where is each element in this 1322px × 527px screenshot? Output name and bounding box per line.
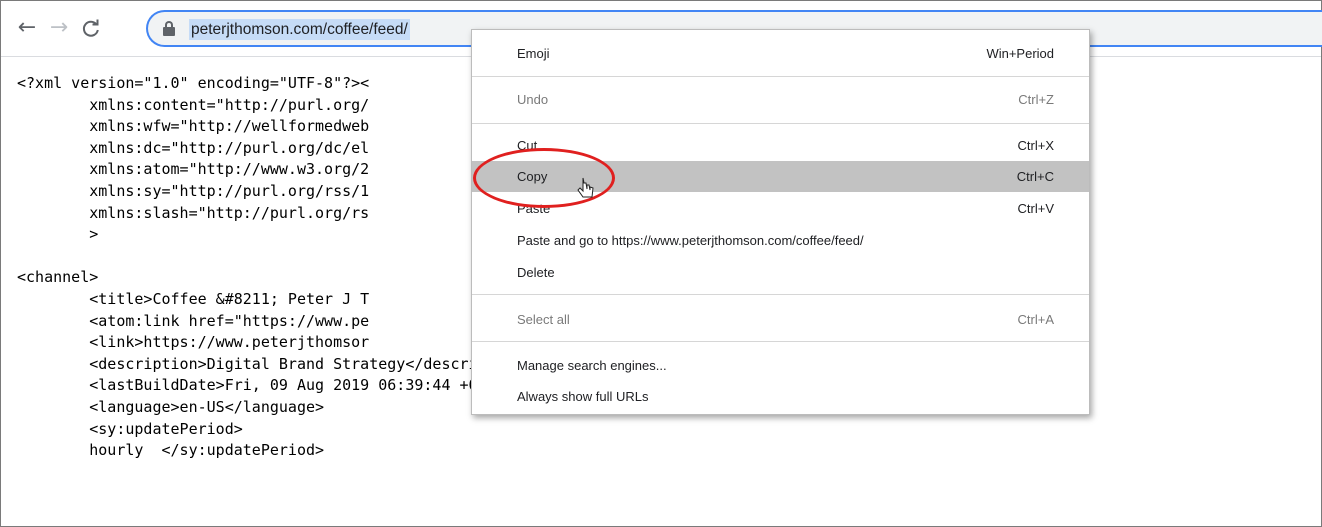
menu-item-label: Select all [517,312,570,327]
menu-item-label: Always show full URLs [517,389,649,404]
xml-source-line: <sy:updatePeriod> [17,419,243,438]
menu-item-manage-search-engines[interactable]: Manage search engines... [472,350,1089,381]
menu-separator [472,123,1089,124]
mouse-pointer-icon [577,177,594,198]
menu-item-label: Copy [517,169,548,184]
menu-item-shortcut: Ctrl+A [1017,312,1054,327]
menu-item-label: Undo [517,92,549,107]
menu-item-shortcut: Win+Period [986,46,1054,61]
menu-item-emoji[interactable]: Emoji Win+Period [472,38,1089,69]
reload-icon-svg [82,19,99,37]
menu-item-undo[interactable]: Undo Ctrl+Z [472,84,1089,115]
menu-item-paste-and-go[interactable]: Paste and go to https://www.peterjthomso… [472,225,1089,256]
menu-item-label: Paste and go to https://www.peterjthomso… [517,233,864,248]
menu-item-label: Delete [517,265,555,280]
menu-item-always-show-full-urls[interactable]: Always show full URLs [472,381,1089,412]
menu-item-paste[interactable]: Paste Ctrl+V [472,193,1089,224]
forward-arrow-icon[interactable]: → [46,15,72,41]
lock-icon[interactable] [163,21,175,36]
url-text-selected[interactable]: peterjthomson.com/coffee/feed/ [189,19,410,40]
menu-item-label: Emoji [517,46,550,61]
context-menu: Emoji Win+Period Undo Ctrl+Z Cut Ctrl+X … [471,29,1090,415]
reload-icon[interactable] [78,15,104,41]
menu-item-label: Manage search engines... [517,358,667,373]
menu-separator [472,294,1089,295]
menu-item-copy[interactable]: Copy Ctrl+C [472,161,1089,192]
menu-item-shortcut: Ctrl+V [1017,201,1054,216]
menu-item-label: Paste [517,201,551,216]
menu-separator [472,341,1089,342]
menu-item-select-all[interactable]: Select all Ctrl+A [472,304,1089,335]
menu-item-label: Cut [517,138,538,153]
menu-item-delete[interactable]: Delete [472,257,1089,288]
menu-item-cut[interactable]: Cut Ctrl+X [472,130,1089,161]
back-arrow-icon[interactable]: ← [14,15,40,41]
menu-separator [472,76,1089,77]
menu-item-shortcut: Ctrl+C [1016,169,1054,184]
xml-source-line: hourly </sy:updatePeriod> [17,441,325,460]
menu-item-shortcut: Ctrl+Z [1018,92,1054,107]
menu-item-shortcut: Ctrl+X [1017,138,1054,153]
